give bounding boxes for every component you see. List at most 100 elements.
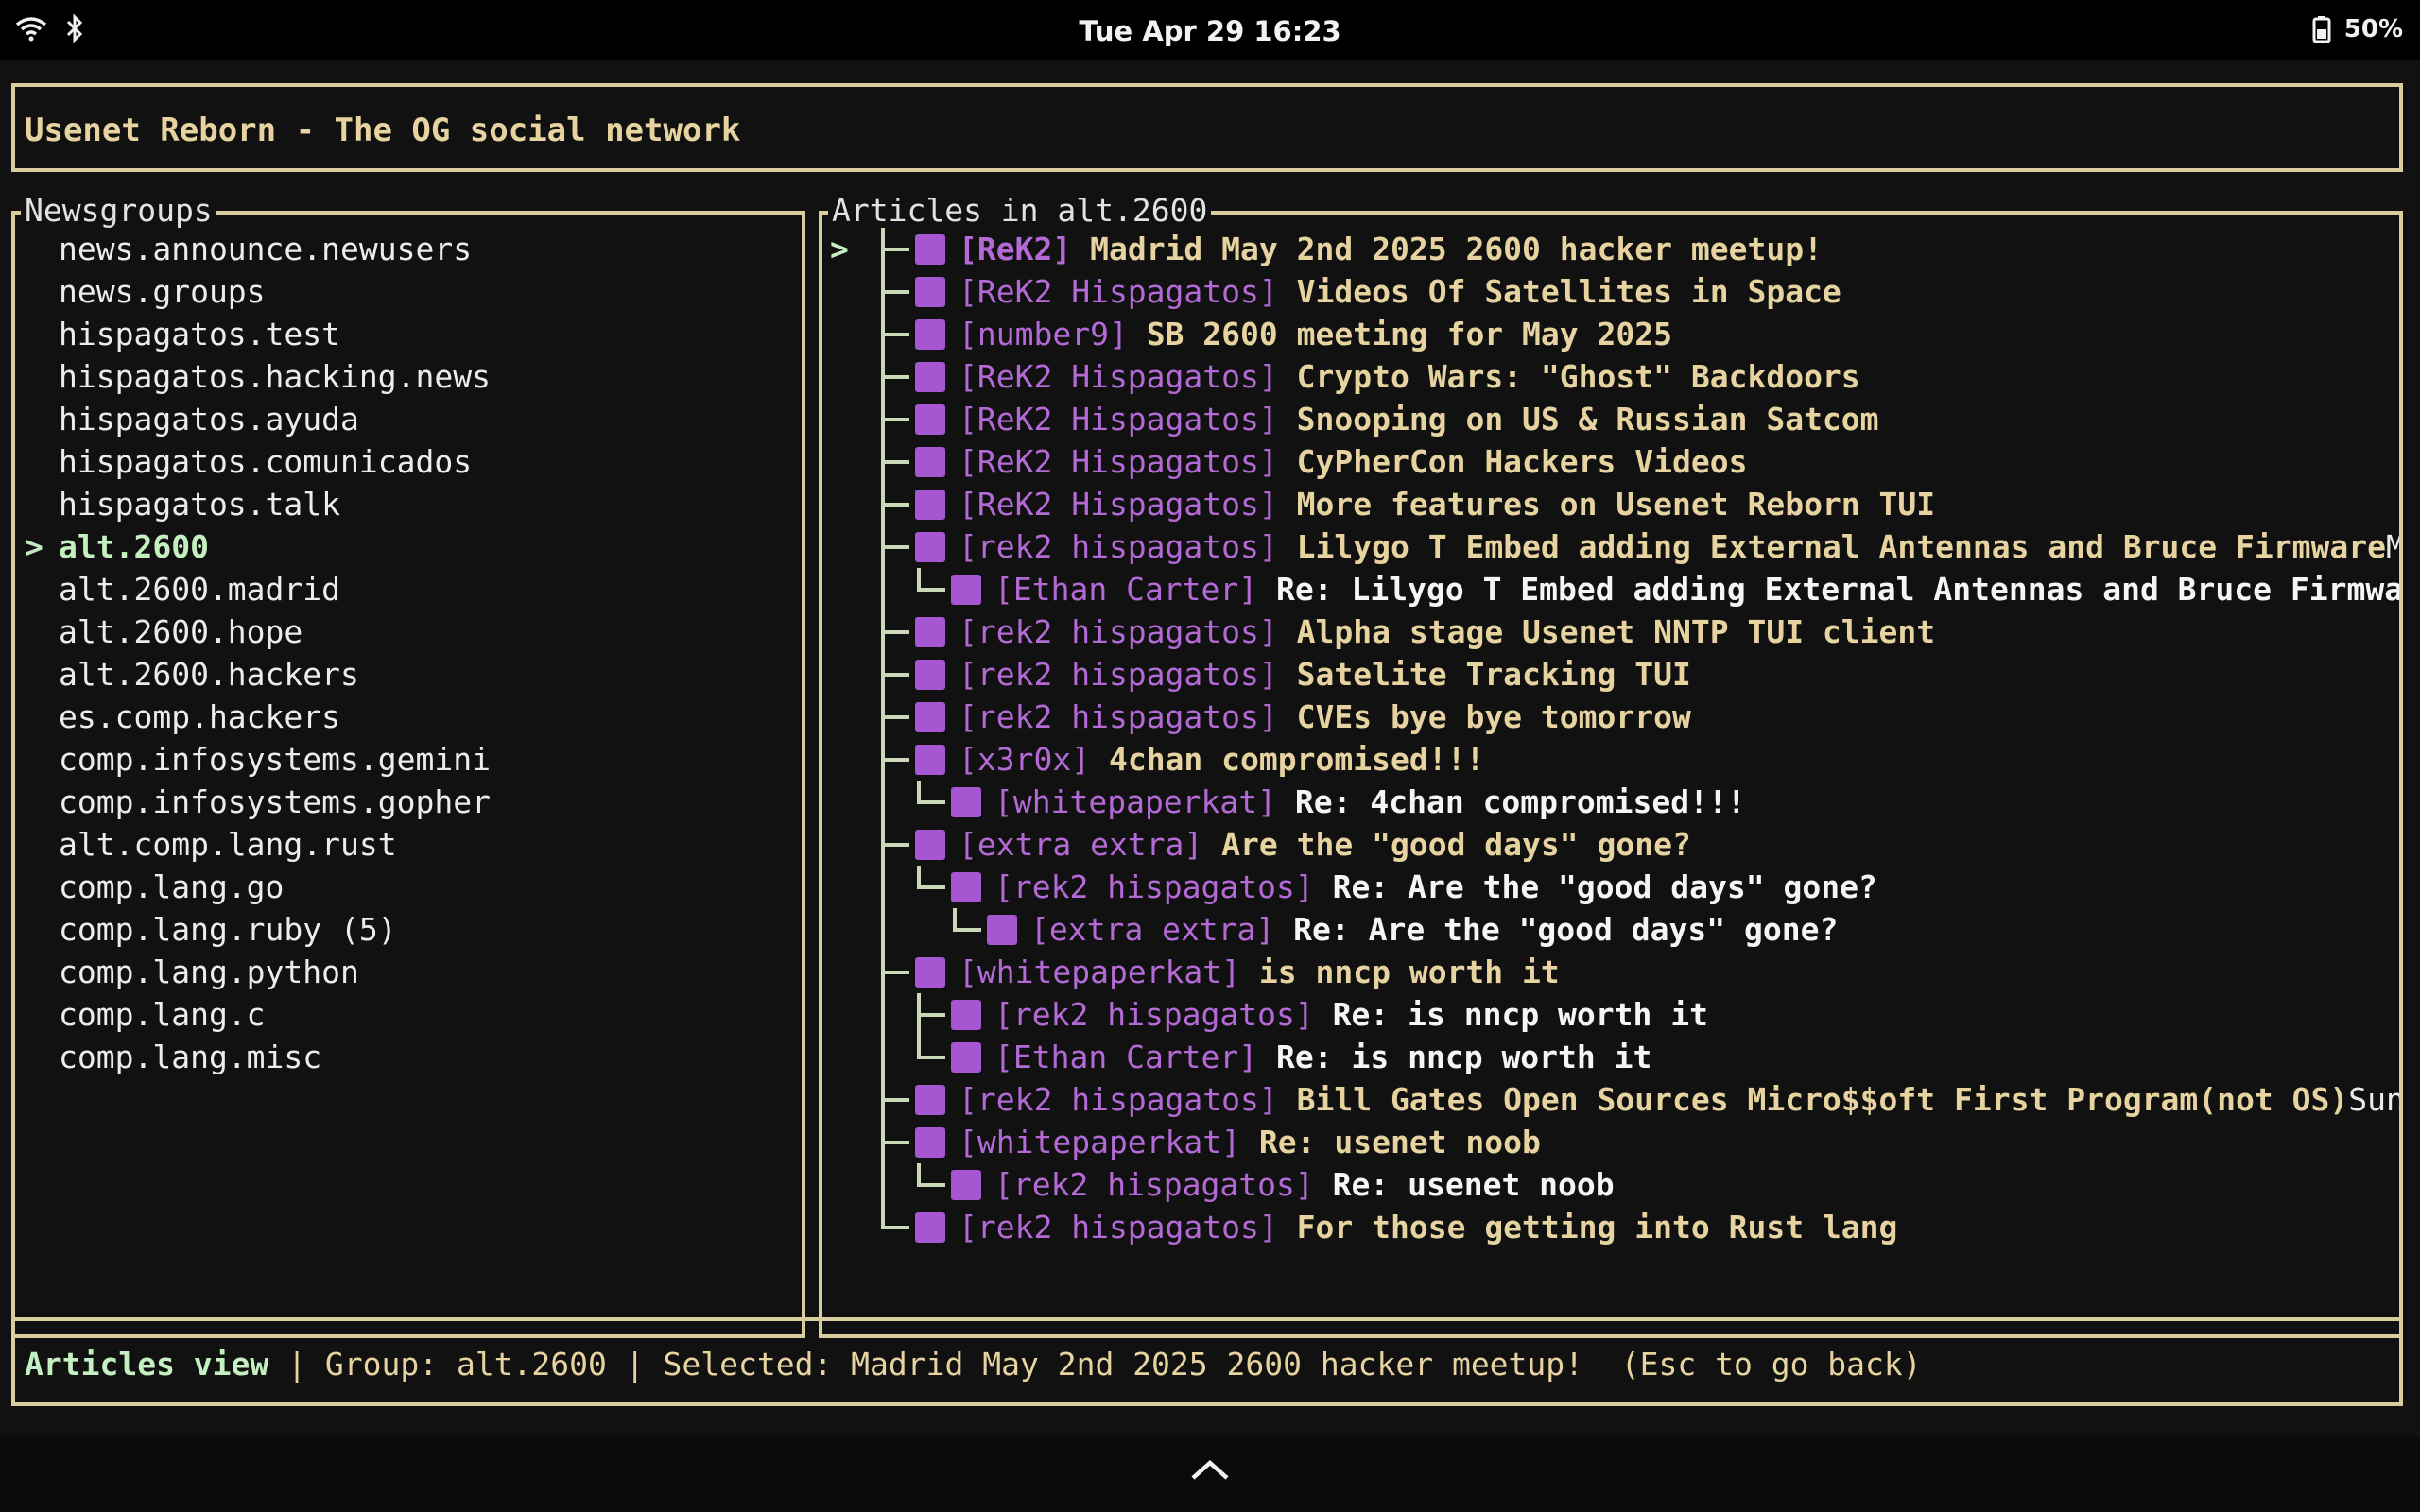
battery-icon [2312,16,2331,43]
article-row[interactable]: [extra extra] Re: Are the "good days" go… [822,908,2399,951]
article-row[interactable]: [rek2 hispagatos] Re: usenet noobSun, 13… [822,1163,2399,1206]
article-row[interactable]: [Ethan Carter] Re: is nncp worth itSat, … [822,1036,2399,1078]
newsgroup-name: alt.2600 [59,528,209,565]
article-row[interactable]: [whitepaperkat] is nncp worth itSun, 13 … [822,951,2399,993]
article-subject: Re: Lilygo T Embed adding External Anten… [1276,571,2399,608]
unread-square-icon [915,1212,945,1243]
newsgroup-name: comp.lang.go [59,868,285,905]
newsgroup-item[interactable]: hispagatos.test [15,313,491,355]
newsgroup-item[interactable]: comp.infosystems.gopher [15,781,491,823]
newsgroup-item[interactable]: comp.lang.c [15,993,491,1036]
article-entry: [number9] SB 2600 meeting for May 2025 [915,313,1672,355]
article-row[interactable]: [number9] SB 2600 meeting for May 2025Mo… [822,313,2399,355]
article-row[interactable]: [rek2 hispagatos] For those getting into… [822,1206,2399,1248]
newsgroups-list[interactable]: news.announce.newusers news.groups hispa… [15,228,491,1078]
article-entry: [ReK2 Hispagatos] Snooping on US & Russi… [915,398,1879,440]
newsgroup-name: hispagatos.comunicados [59,443,473,480]
article-row[interactable]: [rek2 hispagatos] Re: Are the "good days… [822,866,2399,908]
newsgroup-item[interactable]: comp.lang.misc [15,1036,491,1078]
article-subject: Bill Gates Open Sources Micro$$oft First… [1296,1081,2349,1118]
article-subject: Snooping on US & Russian Satcom [1296,401,1879,438]
article-row[interactable]: [rek2 hispagatos] CVEs bye bye tomorrowW… [822,696,2399,738]
articles-panel[interactable]: Articles in alt.2600 > [ReK2] Madrid May … [819,192,2403,1338]
selection-cursor [25,653,59,696]
newsgroup-item[interactable]: news.groups [15,270,491,313]
selection-cursor [25,610,59,653]
newsgroup-item[interactable]: alt.2600.madrid [15,568,491,610]
newsgroups-panel[interactable]: Newsgroups news.announce.newusers news.g… [11,192,805,1338]
article-row[interactable]: [extra extra] Are the "good days" gone?T… [822,823,2399,866]
selection-cursor [25,1036,59,1078]
article-row[interactable]: [whitepaperkat] Re: 4chan compromised!!!… [822,781,2399,823]
article-row[interactable]: [Ethan Carter] Re: Lilygo T Embed adding… [822,568,2399,610]
article-row[interactable]: [x3r0x] 4chan compromised!!!Tue, 15 Apr … [822,738,2399,781]
article-author: [rek2 hispagatos] [994,868,1314,905]
article-entry: [whitepaperkat] Re: 4chan compromised!!! [951,781,1746,823]
newsgroup-item[interactable]: alt.2600.hope [15,610,491,653]
selection-cursor [25,908,59,951]
article-subject: Alpha stage Usenet NNTP TUI client [1296,613,1936,650]
selection-cursor [25,568,59,610]
article-row[interactable]: [rek2 hispagatos] Satelite Tracking TUIW… [822,653,2399,696]
article-subject: More features on Usenet Reborn TUI [1296,486,1936,523]
unread-square-icon [915,404,945,435]
article-subject: 4chan compromised!!! [1108,741,1485,778]
newsgroup-name: comp.lang.misc [59,1039,322,1075]
article-row[interactable]: > [ReK2] Madrid May 2nd 2025 2600 hacker … [822,228,2399,270]
newsgroup-item[interactable]: > alt.2600 [15,525,491,568]
article-row[interactable]: [ReK2 Hispagatos] More features on Usene… [822,483,2399,525]
newsgroup-item[interactable]: alt.comp.lang.rust [15,823,491,866]
newsgroup-item[interactable]: comp.lang.ruby (5) [15,908,491,951]
article-row[interactable]: [rek2 hispagatos] Bill Gates Open Source… [822,1078,2399,1121]
newsgroup-name: hispagatos.test [59,316,341,352]
newsgroup-item[interactable]: comp.infosystems.gemini [15,738,491,781]
chevron-up-icon[interactable] [1191,1459,1229,1482]
unread-square-icon [915,234,945,265]
article-row[interactable]: [ReK2 Hispagatos] Crypto Wars: "Ghost" B… [822,355,2399,398]
system-status-bar: Tue Apr 29 16:23 50% [0,0,2420,60]
footer-status-text: Articles view | Group: alt.2600 | Select… [25,1346,1922,1383]
unread-square-icon [987,915,1017,945]
selection-cursor [25,951,59,993]
article-author: [rek2 hispagatos] [994,996,1314,1033]
newsgroup-item[interactable]: hispagatos.hacking.news [15,355,491,398]
newsgroup-item[interactable]: comp.lang.go [15,866,491,908]
selection-cursor [25,355,59,398]
article-subject: CyPherCon Hackers Videos [1296,443,1748,480]
newsgroup-item[interactable]: news.announce.newusers [15,228,491,270]
unread-square-icon [915,1085,945,1115]
unread-square-icon [915,532,945,562]
battery-status: 50% [2312,15,2403,43]
article-subject: SB 2600 meeting for May 2025 [1146,316,1672,352]
article-row[interactable]: [ReK2 Hispagatos] Snooping on US & Russi… [822,398,2399,440]
article-row[interactable]: [rek2 hispagatos] Alpha stage Usenet NNT… [822,610,2399,653]
article-entry: [extra extra] Are the "good days" gone? [915,823,1691,866]
article-row[interactable]: [rek2 hispagatos] Re: is nncp worth itMo… [822,993,2399,1036]
article-subject: Re: 4chan compromised!!! [1294,783,1746,820]
article-row[interactable]: [ReK2 Hispagatos] CyPherCon Hackers Vide… [822,440,2399,483]
newsgroup-name: alt.2600.madrid [59,571,341,608]
unread-square-icon [915,362,945,392]
unread-square-icon [915,617,945,647]
article-author: [rek2 hispagatos] [959,656,1278,693]
article-entry: [ReK2 Hispagatos] CyPherCon Hackers Vide… [915,440,1747,483]
newsgroup-item[interactable]: es.comp.hackers [15,696,491,738]
unread-square-icon [915,1127,945,1158]
article-subject: Videos Of Satellites in Space [1296,273,1841,310]
article-row[interactable]: [rek2 hispagatos] Lilygo T Embed adding … [822,525,2399,568]
article-entry: [x3r0x] 4chan compromised!!! [915,738,1484,781]
article-author: [rek2 hispagatos] [994,1166,1314,1203]
article-row[interactable]: [ReK2 Hispagatos] Videos Of Satellites i… [822,270,2399,313]
article-author: [rek2 hispagatos] [959,528,1278,565]
newsgroup-item[interactable]: hispagatos.talk [15,483,491,525]
articles-list[interactable]: > [ReK2] Madrid May 2nd 2025 2600 hacker … [822,228,2399,1248]
article-subject: Lilygo T Embed adding External Antennas … [1296,528,2386,565]
newsgroup-item[interactable]: alt.2600.hackers [15,653,491,696]
article-author: [extra extra] [959,826,1203,863]
newsgroup-item[interactable]: comp.lang.python [15,951,491,993]
article-author: [x3r0x] [959,741,1091,778]
article-row[interactable]: [whitepaperkat] Re: usenet noobSun, 13 A… [822,1121,2399,1163]
article-entry: [whitepaperkat] is nncp worth it [915,951,1560,993]
newsgroup-item[interactable]: hispagatos.ayuda [15,398,491,440]
newsgroup-item[interactable]: hispagatos.comunicados [15,440,491,483]
